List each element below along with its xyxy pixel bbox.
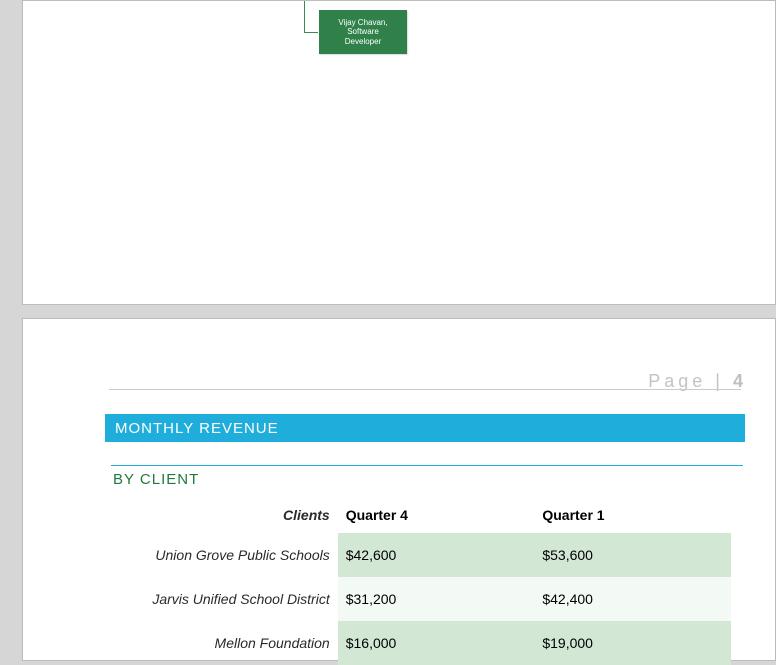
page-number-value: 4 (733, 371, 743, 391)
cell-q4: $16,000 (338, 621, 535, 665)
table-row: Jarvis Unified School District $31,200 $… (111, 577, 731, 621)
org-node-role-1: Software (338, 27, 387, 37)
subsection-rule (111, 465, 743, 466)
table-row: Union Grove Public Schools $42,600 $53,6… (111, 533, 731, 577)
page-number-prefix: Page | (648, 371, 733, 391)
table-row: Mellon Foundation $16,000 $19,000 (111, 621, 731, 665)
table-header-row: Clients Quarter 4 Quarter 1 (111, 497, 731, 533)
cell-q1: $19,000 (534, 621, 731, 665)
org-chart-node: Vijay Chavan, Software Developer (319, 10, 407, 54)
cell-q1: $53,600 (534, 533, 731, 577)
org-chart-connector (304, 1, 318, 33)
cell-q1: $42,400 (534, 577, 731, 621)
subsection-heading: BY CLIENT (113, 471, 199, 488)
cell-client: Mellon Foundation (111, 621, 338, 665)
cell-q4: $42,600 (338, 533, 535, 577)
col-header-q1: Quarter 1 (534, 497, 731, 533)
col-header-clients: Clients (111, 497, 338, 533)
cell-client: Union Grove Public Schools (111, 533, 338, 577)
document-page: Page | 4 MONTHLY REVENUE BY CLIENT Clien… (22, 318, 776, 661)
cell-client: Jarvis Unified School District (111, 577, 338, 621)
document-page-prev: Vijay Chavan, Software Developer (22, 0, 776, 305)
section-title: MONTHLY REVENUE (115, 420, 279, 437)
org-node-role-2: Developer (338, 37, 387, 47)
header-rule (109, 389, 741, 390)
section-title-bar: MONTHLY REVENUE (105, 414, 745, 442)
col-header-q4: Quarter 4 (338, 497, 535, 533)
cell-q4: $31,200 (338, 577, 535, 621)
revenue-table: Clients Quarter 4 Quarter 1 Union Grove … (111, 497, 731, 665)
org-node-name: Vijay Chavan, (338, 18, 387, 28)
